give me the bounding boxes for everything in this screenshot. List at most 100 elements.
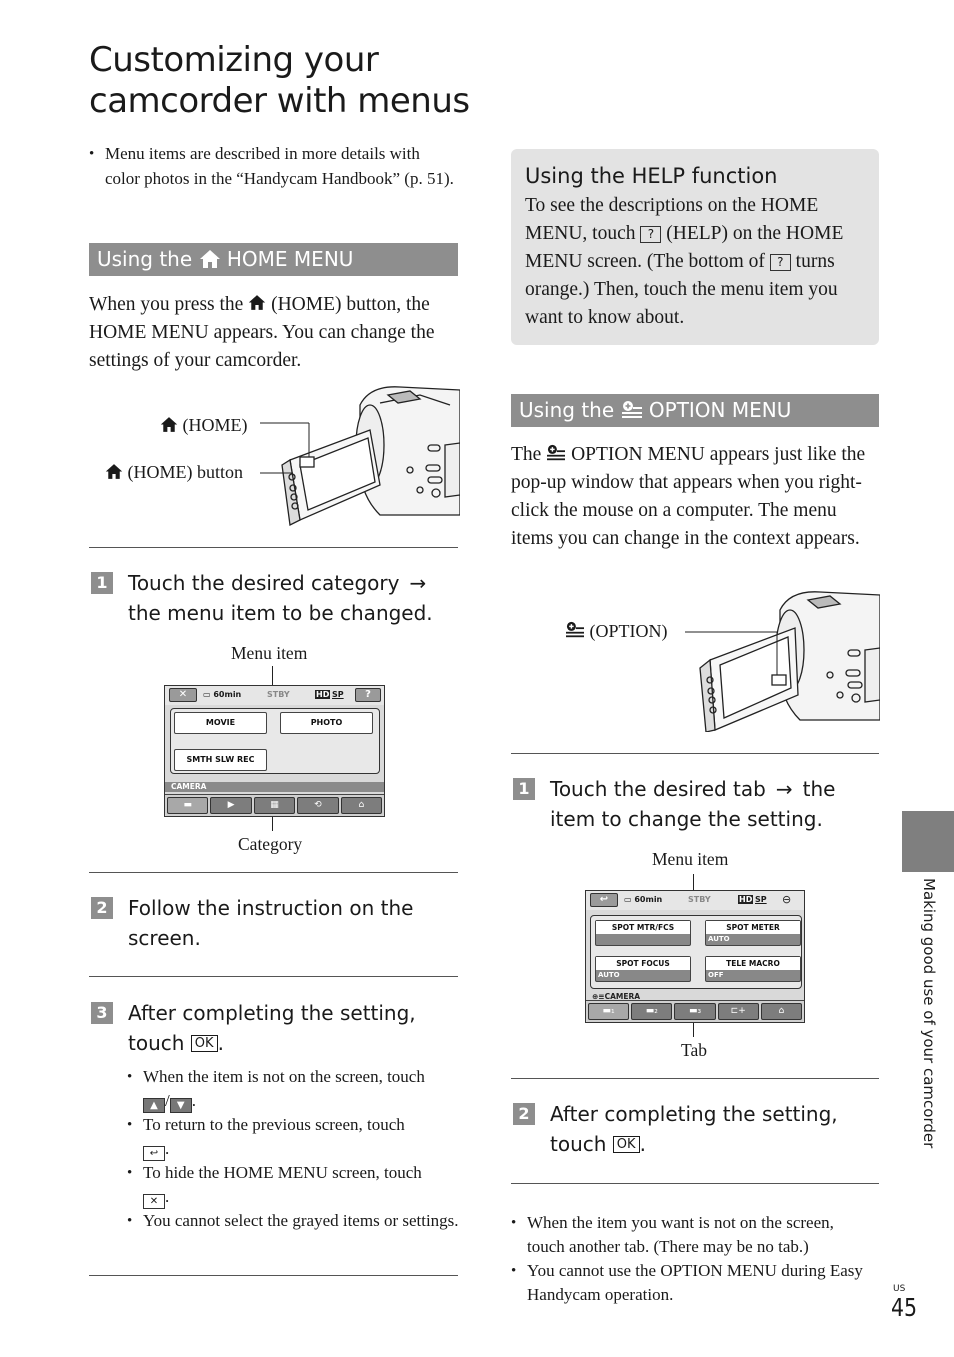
option-note: When the item you want is not on the scr… [511,1211,871,1259]
help-button[interactable]: ? [355,688,381,702]
camera-1-tab-icon[interactable]: ▬₁ [588,1003,630,1020]
help-description: To see the descriptions on the HOME MENU… [525,192,865,332]
heading-suffix: OPTION MENU [648,398,792,422]
step-number: 1 [91,572,113,594]
close-button[interactable]: ✕ [169,688,197,702]
home-button-callout: (HOME) button [105,461,243,483]
status-bar: ↩ ▭ 60min STBY HD SP ⊖ [586,891,804,910]
divider [89,872,458,873]
note-text: To hide the HOME MENU screen, touch [143,1163,422,1182]
ok-button-icon: OK [190,1035,218,1052]
option-menu-section-header: Using the OPTION MENU [511,394,879,427]
item-title: SPOT METER [706,921,800,934]
home-notes-list: When the item is not on the screen, touc… [127,1065,462,1233]
other-tab-icon[interactable]: ▦ [253,797,296,814]
intro-note-list: Menu items are described in more details… [89,142,459,191]
help-icon: ? [769,254,791,271]
up-arrow-icon: ▲ [143,1098,165,1113]
camera-tab-icon[interactable]: ▬ [167,797,209,814]
settings-tab-icon[interactable]: ⌂ [760,1003,803,1020]
step-text-b: the menu item to be changed. [128,601,433,625]
divider [89,1275,458,1276]
option-item-spot-focus[interactable]: SPOT FOCUS AUTO [595,956,691,982]
home-menu-description: When you press the (HOME) button, the HO… [89,291,461,375]
note-text: To return to the previous screen, touch [143,1115,405,1134]
option-body-a: The [511,444,542,465]
battery-indicator: ▭ 60min [203,690,242,699]
help-icon: ? [640,226,662,243]
home-step-3: 3 After completing the setting, touch OK… [91,998,461,1058]
option-callout-text: (OPTION) [589,621,668,641]
heading-prefix: Using the [97,247,193,271]
step-number: 1 [513,778,535,800]
home-note: To hide the HOME MENU screen, touch ✕. [127,1161,462,1209]
status-bar: ✕ ▭ 60min STBY HD SP ? [165,686,384,705]
option-item-spot-meter[interactable]: SPOT METER AUTO [705,920,801,946]
item-value: AUTO [598,971,620,979]
menu-item-label: Menu item [231,643,308,663]
menu-item-movie[interactable]: MOVIE [174,712,267,734]
item-value: AUTO [708,935,730,943]
home-callout-text: (HOME) [182,415,248,435]
home-note: You cannot select the grayed items or se… [127,1209,462,1233]
divider [511,1183,879,1184]
mode-indicator: STBY [267,690,290,699]
chapter-tab [902,811,954,872]
menu-items-area: MOVIE PHOTO SMTH SLW REC [170,708,380,774]
step-number: 2 [513,1103,535,1125]
home-callout: (HOME) [160,414,248,436]
divider [511,1078,879,1079]
leader-line [693,1023,694,1037]
step-text: Touch the desired category → the menu ite… [128,568,436,628]
step-number: 2 [91,897,113,919]
step-text: After completing the setting, touch OK. [550,1102,838,1156]
media-icon: ⊖ [782,893,792,906]
menu-item-smth-slw-rec[interactable]: SMTH SLW REC [174,749,267,771]
home-menu-screen: ✕ ▭ 60min STBY HD SP ? MOVIE PHOTO SMTH … [164,685,385,817]
camcorder-illustration [685,591,880,732]
home-body-a: When you press the [89,294,244,315]
menu-items-area: SPOT MTR/FCS SPOT METER AUTO SPOT FOCUS … [590,915,802,989]
playback-tab-icon[interactable]: ▶ [210,797,252,814]
settings-tab-icon[interactable]: ⌂ [340,797,383,814]
page-title: Customizing your camcorder with menus [89,40,470,121]
step-text-a: Touch the desired category [128,571,400,595]
back-button[interactable]: ↩ [590,893,618,907]
ok-button-icon: OK [612,1136,640,1153]
step-text-a: Touch the desired tab [550,777,766,801]
camera-2-tab-icon[interactable]: ▬₂ [631,1003,673,1020]
option-icon [546,444,566,465]
option-item-tele-macro[interactable]: TELE MACRO OFF [705,956,801,982]
chapter-label: Making good use of your camcorder [920,878,938,1149]
divider [89,976,458,977]
option-step-2: 2 After completing the setting, touch OK… [513,1099,883,1159]
leader-line [272,817,273,831]
option-note: You cannot use the OPTION MENU during Ea… [511,1259,871,1307]
battery-text: 60min [213,690,242,699]
heading-prefix: Using the [519,398,615,422]
option-item-spot-mtr-fcs[interactable]: SPOT MTR/FCS [595,920,691,946]
home-button-callout-text: (HOME) button [127,462,244,482]
down-arrow-icon: ▼ [169,1098,192,1113]
item-value: OFF [708,971,724,979]
camera-3-tab-icon[interactable]: ▬₃ [674,1003,716,1020]
mode-indicator: STBY [688,895,711,904]
hd-indicator: HD [315,690,331,699]
option-step-1: 1 Touch the desired tab → the item to chan… [513,774,883,834]
heading-suffix: HOME MENU [226,247,354,271]
menu-item-photo[interactable]: PHOTO [280,712,373,734]
note-text: When the item is not on the screen, touc… [143,1067,425,1086]
divider [511,753,879,754]
help-function-box: Using the HELP function To see the descr… [511,149,879,345]
battery-indicator: ▭ 60min [624,895,663,904]
help-title: Using the HELP function [525,164,778,188]
home-icon [248,294,266,315]
category-tabs: ▬ ▶ ▦ ⟲ ⌂ [165,794,384,816]
option-notes-list: When the item you want is not on the scr… [511,1211,871,1307]
menu-item-label: Menu item [652,849,729,869]
step-text-a: After completing the setting, touch [128,1001,416,1055]
hd-indicator: HD [738,895,754,904]
quality-indicator: SP [755,895,767,904]
add-tab-icon[interactable]: ⊏+ [717,1003,759,1020]
manage-media-tab-icon[interactable]: ⟲ [297,797,339,814]
